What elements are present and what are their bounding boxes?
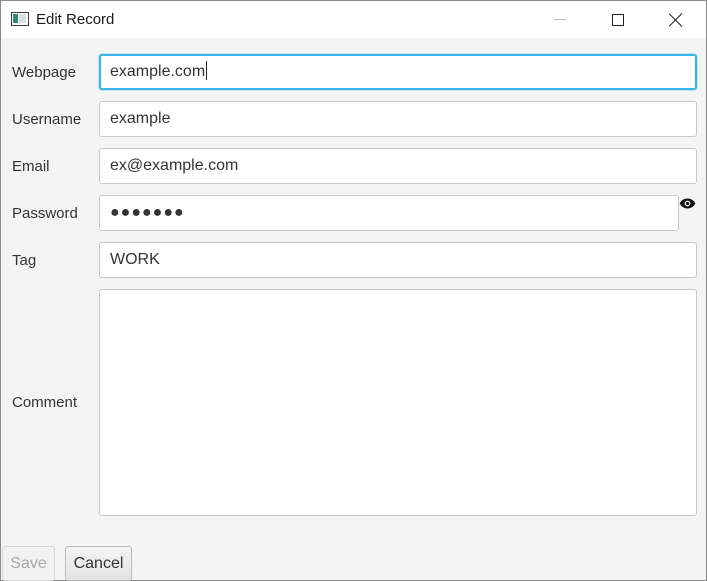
- username-field[interactable]: example: [99, 101, 697, 137]
- minimize-icon: [554, 19, 566, 20]
- email-label: Email: [12, 158, 50, 175]
- close-button[interactable]: [647, 1, 705, 38]
- app-window-icon: [11, 12, 29, 26]
- maximize-icon: [612, 13, 624, 26]
- password-label: Password: [12, 205, 78, 222]
- text-caret: [206, 60, 208, 80]
- username-label: Username: [12, 111, 82, 128]
- eye-icon[interactable]: [679, 197, 696, 210]
- webpage-label: Webpage: [12, 64, 76, 81]
- save-button[interactable]: Save: [2, 546, 55, 581]
- webpage-field[interactable]: example.com: [99, 54, 697, 90]
- close-icon: [669, 13, 683, 27]
- maximize-button[interactable]: [589, 1, 647, 38]
- tag-label: Tag: [12, 252, 37, 269]
- password-field[interactable]: ●●●●●●●: [99, 195, 679, 231]
- title-bar: Edit Record: [1, 1, 706, 38]
- webpage-value: example.com: [110, 63, 206, 80]
- cancel-button[interactable]: Cancel: [65, 546, 132, 581]
- comment-textarea[interactable]: [99, 289, 697, 516]
- email-field[interactable]: ex@example.com: [99, 148, 697, 184]
- comment-label: Comment: [12, 394, 78, 411]
- window-title: Edit Record: [36, 11, 115, 28]
- tag-field[interactable]: WORK: [99, 242, 697, 278]
- minimize-button[interactable]: [531, 1, 589, 38]
- edit-record-window: Edit Record Webpage example.com Username…: [0, 0, 707, 581]
